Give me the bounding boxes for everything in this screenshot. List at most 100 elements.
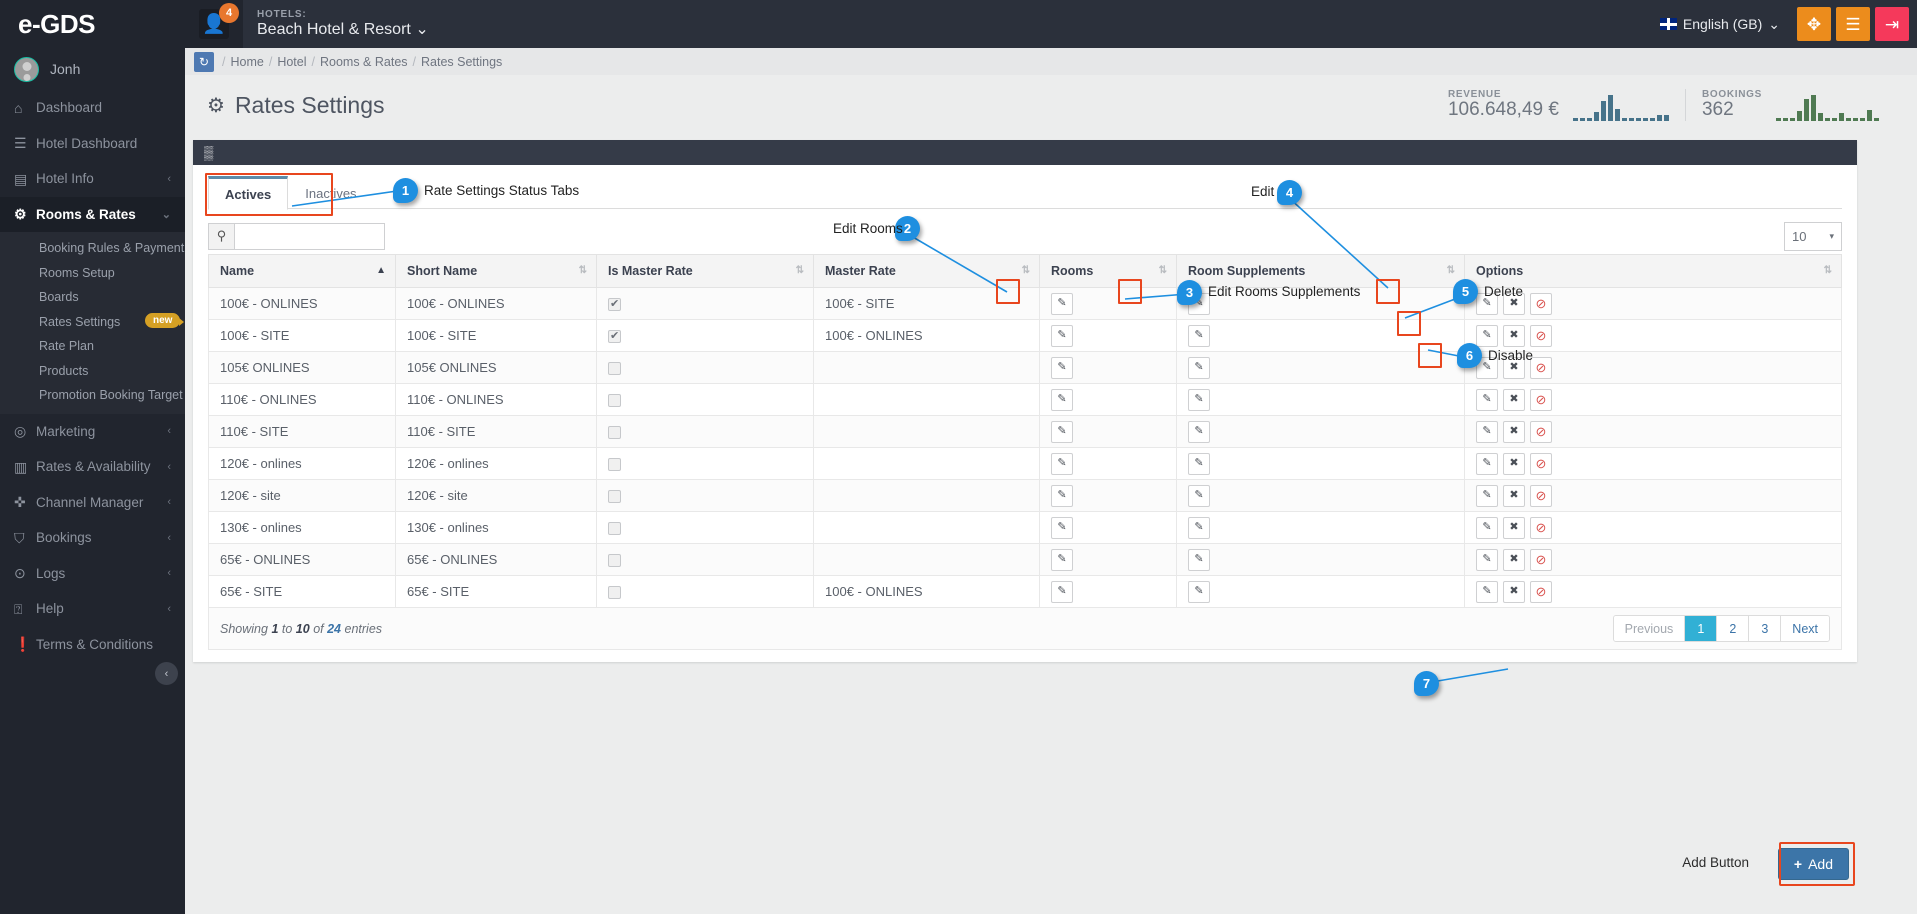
edit-rooms-button[interactable]: ✎ [1051, 580, 1073, 603]
edit-rooms-button[interactable]: ✎ [1051, 484, 1073, 507]
edit-button[interactable]: ✎ [1476, 292, 1498, 315]
sidebar-item-rooms-rates[interactable]: ⚙ Rooms & Rates ⌄ [0, 196, 185, 232]
search-box[interactable]: ⚲ [208, 222, 385, 250]
language-selector[interactable]: English (GB) ⌄ [1659, 16, 1780, 33]
edit-rooms-button[interactable]: ✎ [1051, 452, 1073, 475]
sidebar-item-hotel-dashboard[interactable]: ☰ Hotel Dashboard [0, 126, 185, 162]
tab-inactives[interactable]: Inactives [288, 176, 373, 210]
sidebar-item-marketing[interactable]: ◎ Marketing ‹ [0, 414, 185, 450]
sidebar-item-promotion-booking-target[interactable]: Promotion Booking Target [0, 383, 185, 408]
edit-button[interactable]: ✎ [1476, 324, 1498, 347]
is-master-rate-checkbox[interactable] [608, 394, 621, 408]
edit-room-supplements-button[interactable]: ✎ [1188, 516, 1210, 539]
is-master-rate-checkbox[interactable] [608, 362, 621, 376]
page-length-select[interactable]: 10 ▾ [1784, 221, 1842, 251]
disable-button[interactable]: ⊘ [1530, 548, 1552, 571]
edit-button[interactable]: ✎ [1476, 548, 1498, 571]
sidebar-item-dashboard[interactable]: ⌂ Dashboard [0, 90, 185, 126]
is-master-rate-checkbox[interactable] [608, 554, 621, 568]
sidebar-item-logs[interactable]: ⊙ Logs ‹ [0, 556, 185, 592]
column-header-options[interactable]: Options ⇅ [1464, 254, 1842, 288]
edit-rooms-button[interactable]: ✎ [1051, 292, 1073, 315]
edit-button[interactable]: ✎ [1476, 452, 1498, 475]
is-master-rate-checkbox[interactable] [608, 522, 621, 536]
delete-button[interactable]: ✖ [1503, 324, 1525, 347]
column-header-short-name[interactable]: Short Name ⇅ [395, 254, 597, 288]
delete-button[interactable]: ✖ [1503, 516, 1525, 539]
sidebar-item-help[interactable]: ⍰ Help ‹ [0, 591, 185, 627]
edit-room-supplements-button[interactable]: ✎ [1188, 580, 1210, 603]
disable-button[interactable]: ⊘ [1530, 292, 1552, 315]
edit-room-supplements-button[interactable]: ✎ [1188, 420, 1210, 443]
column-header-rooms[interactable]: Rooms ⇅ [1039, 254, 1177, 288]
delete-button[interactable]: ✖ [1503, 580, 1525, 603]
delete-button[interactable]: ✖ [1503, 452, 1525, 475]
edit-button[interactable]: ✎ [1476, 516, 1498, 539]
tab-actives[interactable]: Actives [208, 176, 289, 210]
pagination-previous[interactable]: Previous [1613, 616, 1686, 641]
disable-button[interactable]: ⊘ [1530, 388, 1552, 411]
sidebar-item-channel-manager[interactable]: ✜ Channel Manager ‹ [0, 485, 185, 521]
edit-rooms-button[interactable]: ✎ [1051, 548, 1073, 571]
breadcrumb-item-rooms-rates[interactable]: Rooms & Rates [320, 55, 408, 69]
breadcrumb-item-home[interactable]: Home [230, 55, 263, 69]
delete-button[interactable]: ✖ [1503, 356, 1525, 379]
pagination-page-3[interactable]: 3 [1749, 616, 1782, 641]
column-header-is-master-rate[interactable]: Is Master Rate ⇅ [596, 254, 814, 288]
is-master-rate-checkbox[interactable] [608, 490, 621, 504]
refresh-button[interactable]: ↻ [194, 51, 214, 72]
pagination-page-2[interactable]: 2 [1717, 616, 1750, 641]
edit-room-supplements-button[interactable]: ✎ [1188, 356, 1210, 379]
edit-room-supplements-button[interactable]: ✎ [1188, 292, 1210, 315]
edit-room-supplements-button[interactable]: ✎ [1188, 548, 1210, 571]
delete-button[interactable]: ✖ [1503, 420, 1525, 443]
edit-button[interactable]: ✎ [1476, 388, 1498, 411]
search-input[interactable] [234, 222, 385, 250]
column-header-master-rate[interactable]: Master Rate ⇅ [813, 254, 1040, 288]
edit-rooms-button[interactable]: ✎ [1051, 356, 1073, 379]
sidebar-item-boards[interactable]: Boards [0, 285, 185, 310]
hotel-selector[interactable]: HOTELS: Beach Hotel & Resort ⌄ [257, 9, 429, 39]
is-master-rate-checkbox[interactable] [608, 297, 621, 312]
delete-button[interactable]: ✖ [1503, 484, 1525, 507]
disable-button[interactable]: ⊘ [1530, 516, 1552, 539]
column-header-name[interactable]: Name ▲ [208, 254, 396, 288]
sidebar-item-rooms-setup[interactable]: Rooms Setup [0, 261, 185, 286]
sidebar-item-rate-plan[interactable]: Rate Plan [0, 334, 185, 359]
edit-rooms-button[interactable]: ✎ [1051, 388, 1073, 411]
is-master-rate-checkbox[interactable] [608, 426, 621, 440]
edit-button[interactable]: ✎ [1476, 580, 1498, 603]
edit-room-supplements-button[interactable]: ✎ [1188, 484, 1210, 507]
sidebar-item-terms-conditions[interactable]: ❗ Terms & Conditions [0, 627, 185, 663]
edit-room-supplements-button[interactable]: ✎ [1188, 452, 1210, 475]
is-master-rate-checkbox[interactable] [608, 586, 621, 600]
disable-button[interactable]: ⊘ [1530, 580, 1552, 603]
sidebar-item-rates-settings[interactable]: Rates Settings new [0, 310, 185, 335]
brand-logo[interactable]: e-GDS [0, 0, 185, 48]
user-notifications-button[interactable]: 👤 4 [185, 0, 243, 48]
column-header-room-supplements[interactable]: Room Supplements ⇅ [1176, 254, 1465, 288]
edit-rooms-button[interactable]: ✎ [1051, 420, 1073, 443]
edit-room-supplements-button[interactable]: ✎ [1188, 388, 1210, 411]
edit-button[interactable]: ✎ [1476, 420, 1498, 443]
sidebar-collapse-button[interactable]: ‹ [155, 662, 178, 685]
menu-button[interactable]: ☰ [1836, 7, 1870, 41]
edit-button[interactable]: ✎ [1476, 356, 1498, 379]
delete-button[interactable]: ✖ [1503, 548, 1525, 571]
sidebar-item-booking-rules-payment[interactable]: Booking Rules & Payment [0, 236, 185, 261]
sidebar-profile[interactable]: Jonh [0, 48, 185, 90]
disable-button[interactable]: ⊘ [1530, 484, 1552, 507]
pagination-page-1[interactable]: 1 [1685, 616, 1718, 641]
logout-button[interactable]: ⇥ [1875, 7, 1909, 41]
edit-button[interactable]: ✎ [1476, 484, 1498, 507]
edit-room-supplements-button[interactable]: ✎ [1188, 324, 1210, 347]
sidebar-item-bookings[interactable]: ⛉ Bookings ‹ [0, 520, 185, 556]
disable-button[interactable]: ⊘ [1530, 356, 1552, 379]
breadcrumb-item-rates-settings[interactable]: Rates Settings [421, 55, 502, 69]
delete-button[interactable]: ✖ [1503, 388, 1525, 411]
is-master-rate-checkbox[interactable] [608, 458, 621, 472]
disable-button[interactable]: ⊘ [1530, 452, 1552, 475]
is-master-rate-checkbox[interactable] [608, 329, 621, 344]
sidebar-item-rates-availability[interactable]: ▥ Rates & Availability ‹ [0, 449, 185, 485]
sidebar-item-hotel-info[interactable]: ▤ Hotel Info ‹ [0, 161, 185, 197]
